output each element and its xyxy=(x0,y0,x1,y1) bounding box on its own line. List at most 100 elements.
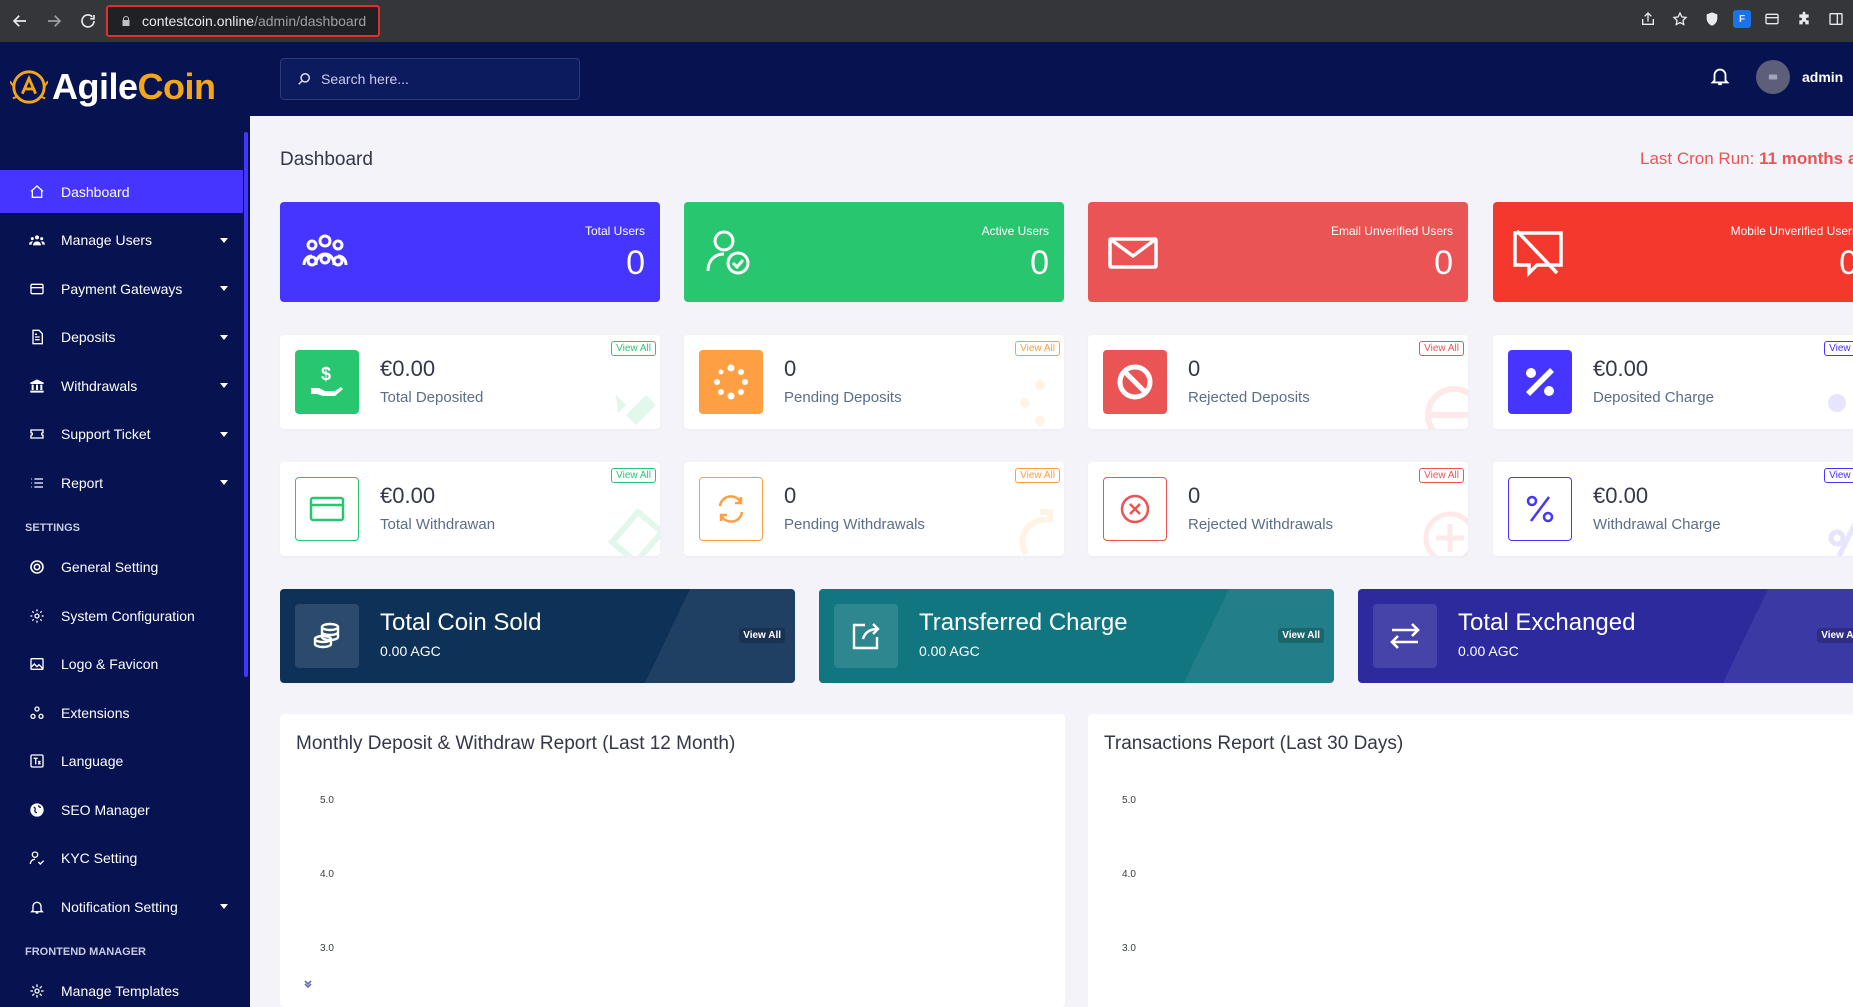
shield-extension-icon[interactable] xyxy=(1701,8,1723,30)
sidebar-item-dashboard[interactable]: Dashboard xyxy=(0,170,243,213)
puzzle-icon xyxy=(28,982,46,1000)
credit-card-icon xyxy=(295,477,359,541)
pending-withdrawals-card: 0 Pending Withdrawals View All xyxy=(684,462,1064,556)
card-subtitle: 0.00 AGC xyxy=(919,643,980,659)
stat-label: Total Users xyxy=(584,224,645,238)
forward-icon[interactable] xyxy=(40,7,68,35)
card-value: 0 xyxy=(784,356,797,381)
card-label: Pending Deposits xyxy=(784,389,902,406)
sidebar-item-manage-users[interactable]: Manage Users xyxy=(0,219,243,262)
card-label: Rejected Withdrawals xyxy=(1188,516,1334,533)
active-users-card[interactable]: Active Users 0 xyxy=(684,202,1064,302)
sidebar-item-notification-setting[interactable]: Notification Setting xyxy=(0,885,243,928)
y-tick-label: 3.0 xyxy=(1122,943,1136,954)
sync-decor-icon xyxy=(1019,509,1053,556)
bookmark-star-icon[interactable] xyxy=(1669,8,1691,30)
credit-card-icon xyxy=(28,280,46,298)
card-value: €0.00 xyxy=(1593,356,1649,381)
image-icon xyxy=(28,655,46,673)
total-coin-sold-card: Total Coin Sold 0.00 AGC View All xyxy=(280,589,795,683)
spinner-decor-icon xyxy=(1020,380,1045,426)
y-tick-label: 4.0 xyxy=(1122,869,1136,880)
sidebar-scrollbar[interactable] xyxy=(244,132,248,677)
back-icon[interactable] xyxy=(6,7,34,35)
language-icon xyxy=(28,752,46,770)
view-all-button[interactable]: View All xyxy=(1419,341,1464,356)
view-all-button[interactable]: View All xyxy=(1419,468,1464,483)
mobile-unverified-users-card[interactable]: Mobile Unverified Users 0 xyxy=(1493,202,1853,302)
view-all-button[interactable]: View All xyxy=(1015,341,1060,356)
card-subtitle: 0.00 AGC xyxy=(380,643,441,659)
search-input[interactable]: Search here... xyxy=(280,58,580,100)
avatar[interactable] xyxy=(1756,60,1790,94)
pending-deposits-card: 0 Pending Deposits View All xyxy=(684,335,1064,429)
share-icon[interactable] xyxy=(1637,8,1659,30)
browser-toolbar: contestcoin.online/admin/dashboard F xyxy=(0,0,1853,42)
y-tick-label: 3.0 xyxy=(320,943,334,954)
frontend-manager-section-title: FRONTEND MANAGER xyxy=(25,945,146,958)
user-check-icon xyxy=(706,230,750,275)
sidebar-item-label: Notification Setting xyxy=(61,898,178,915)
sidebar-item-system-configuration[interactable]: System Configuration xyxy=(0,594,243,637)
view-all-button[interactable]: View All xyxy=(1015,468,1060,483)
view-all-button[interactable]: View All xyxy=(739,628,785,643)
envelope-icon xyxy=(1108,237,1158,269)
view-all-button[interactable]: View All xyxy=(611,468,656,483)
view-all-button[interactable]: View All xyxy=(1824,468,1853,483)
y-tick-label: 5.0 xyxy=(320,795,334,806)
list-icon xyxy=(28,474,46,492)
card-label: Withdrawal Charge xyxy=(1593,516,1721,533)
sidebar-item-logo-favicon[interactable]: Logo & Favicon xyxy=(0,643,243,686)
sidebar-item-manage-templates[interactable]: Manage Templates xyxy=(0,970,243,1007)
sidebar-item-extensions[interactable]: Extensions xyxy=(0,691,243,734)
brand-logo[interactable]: Agile Coin xyxy=(0,42,250,132)
sidebar-item-label: Manage Templates xyxy=(61,983,180,999)
view-all-button[interactable]: View All xyxy=(1817,628,1853,643)
card-title: Transferred Charge xyxy=(919,609,1128,636)
view-all-button[interactable]: View All xyxy=(611,341,656,356)
cron-value: 11 months a xyxy=(1759,149,1853,168)
extensions-puzzle-icon[interactable] xyxy=(1793,8,1815,30)
sidebar-item-label: Withdrawals xyxy=(61,377,138,394)
card-label: Total Withdrawan xyxy=(380,516,496,533)
deposited-charge-card: €0.00 Deposited Charge View All xyxy=(1493,335,1853,429)
admin-username[interactable]: admin xyxy=(1802,69,1843,85)
total-users-card[interactable]: Total Users 0 xyxy=(280,202,660,302)
sidebar-item-support-ticket[interactable]: Support Ticket xyxy=(0,413,243,456)
last-cron-run[interactable]: Last Cron Run: 11 months a xyxy=(1640,149,1853,169)
sidebar-item-label: Logo & Favicon xyxy=(61,656,159,672)
sidebar-item-deposits[interactable]: Deposits xyxy=(0,316,243,359)
sidebar-item-report[interactable]: Report xyxy=(0,461,243,504)
sidebar-item-seo-manager[interactable]: SEO Manager xyxy=(0,788,243,831)
search-placeholder: Search here... xyxy=(321,71,409,87)
side-panel-icon[interactable] xyxy=(1825,8,1847,30)
address-bar[interactable]: contestcoin.online/admin/dashboard xyxy=(106,5,380,37)
chevron-down-icon xyxy=(220,334,228,340)
sidebar-item-withdrawals[interactable]: Withdrawals xyxy=(0,364,243,407)
card-value: €0.00 xyxy=(380,483,436,508)
sidebar-item-general-setting[interactable]: General Setting xyxy=(0,546,243,589)
total-withdrawan-card: €0.00 Total Withdrawan View All xyxy=(280,462,660,556)
transactions-report-chart-card: Transactions Report (Last 30 Days) 5.0 4… xyxy=(1088,714,1853,1007)
chevron-down-icon xyxy=(220,904,228,909)
tab-extension-icon[interactable] xyxy=(1761,8,1783,30)
percent-icon xyxy=(1508,477,1572,541)
sidebar-item-payment-gateways[interactable]: Payment Gateways xyxy=(0,267,243,310)
sidebar: Agile Coin Dashboard Manage Users Payment… xyxy=(0,42,250,1007)
sidebar-item-kyc-setting[interactable]: KYC Setting xyxy=(0,837,243,880)
sidebar-item-language[interactable]: Language xyxy=(0,740,243,783)
translate-extension-icon[interactable]: F xyxy=(1733,10,1751,28)
card-title: Total Coin Sold xyxy=(380,609,542,636)
reload-icon[interactable] xyxy=(74,7,102,35)
notification-bell-icon[interactable] xyxy=(1709,64,1731,88)
brand-name-agile: Agile xyxy=(52,66,138,107)
times-circle-icon xyxy=(1103,477,1167,541)
view-all-button[interactable]: View All xyxy=(1278,628,1324,643)
card-title: Total Exchanged xyxy=(1458,609,1636,636)
bank-icon xyxy=(28,377,46,395)
email-unverified-users-card[interactable]: Email Unverified Users 0 xyxy=(1088,202,1468,302)
total-exchanged-card: Total Exchanged 0.00 AGC View All xyxy=(1358,589,1853,683)
view-all-button[interactable]: View All xyxy=(1824,341,1853,356)
card-value: 0 xyxy=(1188,356,1201,381)
chevron-down-icon[interactable] xyxy=(303,979,313,989)
